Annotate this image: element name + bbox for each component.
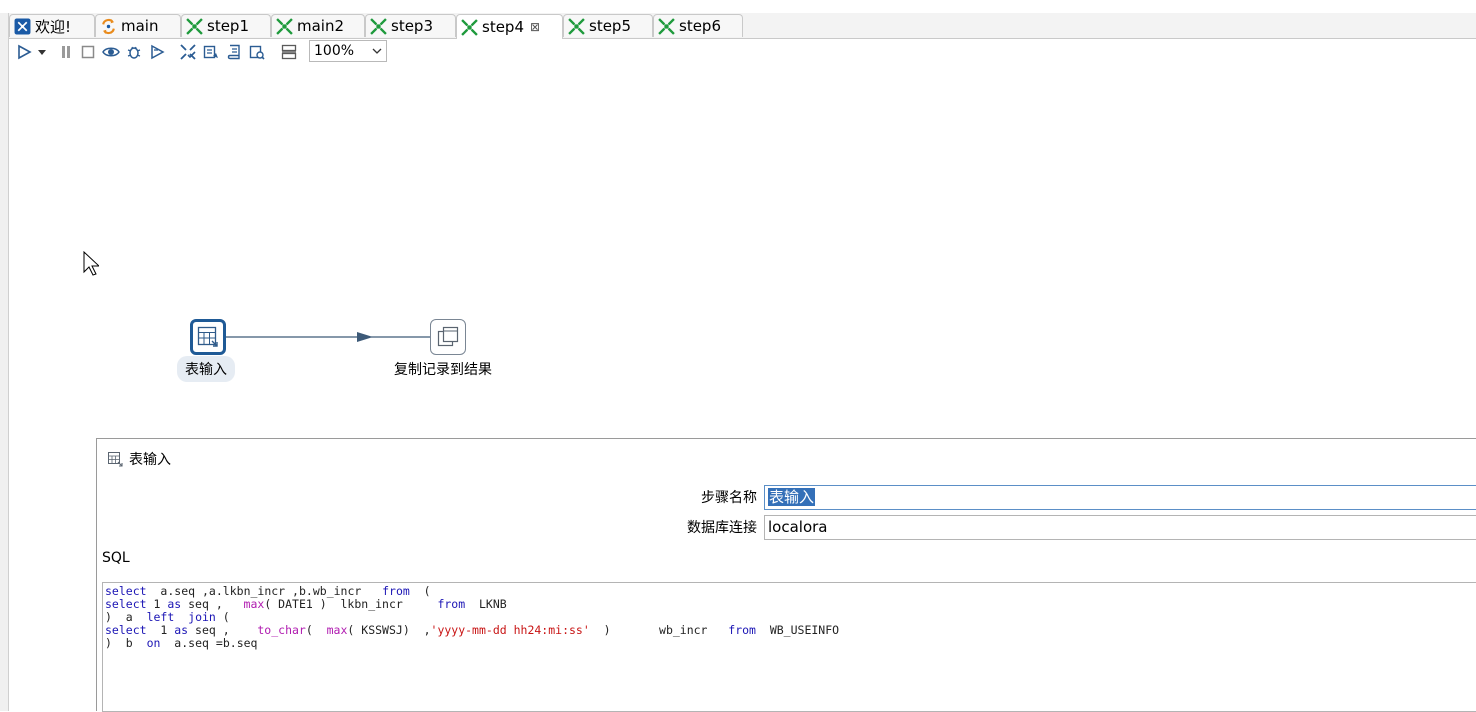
transformation-icon <box>370 17 387 35</box>
table-input-icon <box>108 452 123 467</box>
sql-line: ) b on a.seq =b.seq <box>105 636 258 650</box>
tab-label: step6 <box>679 17 721 35</box>
transformation-icon <box>276 17 293 35</box>
tab-label: main2 <box>297 17 345 35</box>
sql-icon[interactable] <box>225 43 243 61</box>
step-table-input[interactable] <box>190 319 226 355</box>
sql-line: ) a left join ( <box>105 610 230 624</box>
zoom-select[interactable]: 100% <box>309 40 387 62</box>
tab-bar: 欢迎! main step1 main2 step3 step4 ⊠ step5… <box>9 13 1476 39</box>
tab-step4[interactable]: step4 ⊠ <box>456 14 563 39</box>
step-name-input[interactable]: 表输入 <box>764 485 1476 510</box>
tab-label: step1 <box>207 17 249 35</box>
impact-icon[interactable] <box>202 43 220 61</box>
tab-main[interactable]: main <box>95 14 181 37</box>
tab-label: main <box>121 17 159 35</box>
connection-select[interactable]: localora <box>764 515 1476 540</box>
verify-icon[interactable] <box>179 43 197 61</box>
tab-label: step3 <box>391 17 433 35</box>
table-input-dialog: 表输入 步骤名称 表输入 数据库连接 localora SQL select a… <box>96 438 1476 712</box>
debug-icon[interactable] <box>125 43 143 61</box>
run-icon[interactable] <box>15 43 33 61</box>
tab-main2[interactable]: main2 <box>271 14 365 37</box>
sql-label: SQL <box>102 550 130 566</box>
explore-db-icon[interactable] <box>248 43 266 61</box>
preview-icon[interactable] <box>102 43 120 61</box>
tab-step6[interactable]: step6 <box>653 14 743 37</box>
sql-line: select 1 as seq , max( DATE1 ) lkbn_incr… <box>105 597 507 611</box>
connection-value: localora <box>768 518 828 536</box>
transformation-toolbar: 100% <box>9 39 1476 65</box>
show-results-icon[interactable] <box>280 43 298 61</box>
tab-label: step5 <box>589 17 631 35</box>
replay-icon[interactable] <box>148 43 166 61</box>
tab-step5[interactable]: step5 <box>563 14 653 37</box>
tab-welcome[interactable]: 欢迎! <box>9 14 95 37</box>
pause-icon[interactable] <box>57 43 75 61</box>
sql-line: select a.seq ,a.lkbn_incr ,b.wb_incr fro… <box>105 584 431 598</box>
transformation-icon <box>658 17 675 35</box>
mouse-cursor-icon <box>83 251 99 276</box>
dialog-title-text: 表输入 <box>129 452 171 468</box>
close-icon[interactable]: ⊠ <box>530 20 540 34</box>
tab-label: 欢迎! <box>35 17 72 36</box>
tab-step3[interactable]: step3 <box>365 14 456 37</box>
tab-label: step4 <box>482 18 524 36</box>
step-label[interactable]: 表输入 <box>177 356 235 382</box>
stop-icon[interactable] <box>79 43 97 61</box>
transformation-icon <box>186 17 203 35</box>
step-name-value: 表输入 <box>768 488 816 506</box>
connection-label: 数据库连接 <box>687 520 757 536</box>
tab-step1[interactable]: step1 <box>181 14 271 37</box>
dialog-title: 表输入 <box>107 449 171 469</box>
welcome-icon <box>14 18 31 34</box>
step-copy-rows-to-result[interactable] <box>430 319 466 355</box>
left-panel-edge <box>0 13 9 711</box>
title-strip <box>0 0 1476 13</box>
sql-code: select a.seq ,a.lkbn_incr ,b.wb_incr fro… <box>105 585 839 650</box>
step-name-label: 步骤名称 <box>701 490 757 506</box>
transformation-icon <box>568 17 585 35</box>
run-dropdown-icon[interactable] <box>36 43 48 61</box>
copy-rows-to-result-icon <box>437 326 459 347</box>
step-label[interactable]: 复制记录到结果 <box>394 359 492 379</box>
transformation-icon <box>461 18 478 36</box>
table-input-icon <box>197 326 218 347</box>
job-icon <box>102 18 115 34</box>
sql-line: select 1 as seq , to_char( max( KSSWSJ) … <box>105 623 840 637</box>
zoom-value: 100% <box>314 43 355 59</box>
sql-editor[interactable]: select a.seq ,a.lkbn_incr ,b.wb_incr fro… <box>102 582 1476 712</box>
